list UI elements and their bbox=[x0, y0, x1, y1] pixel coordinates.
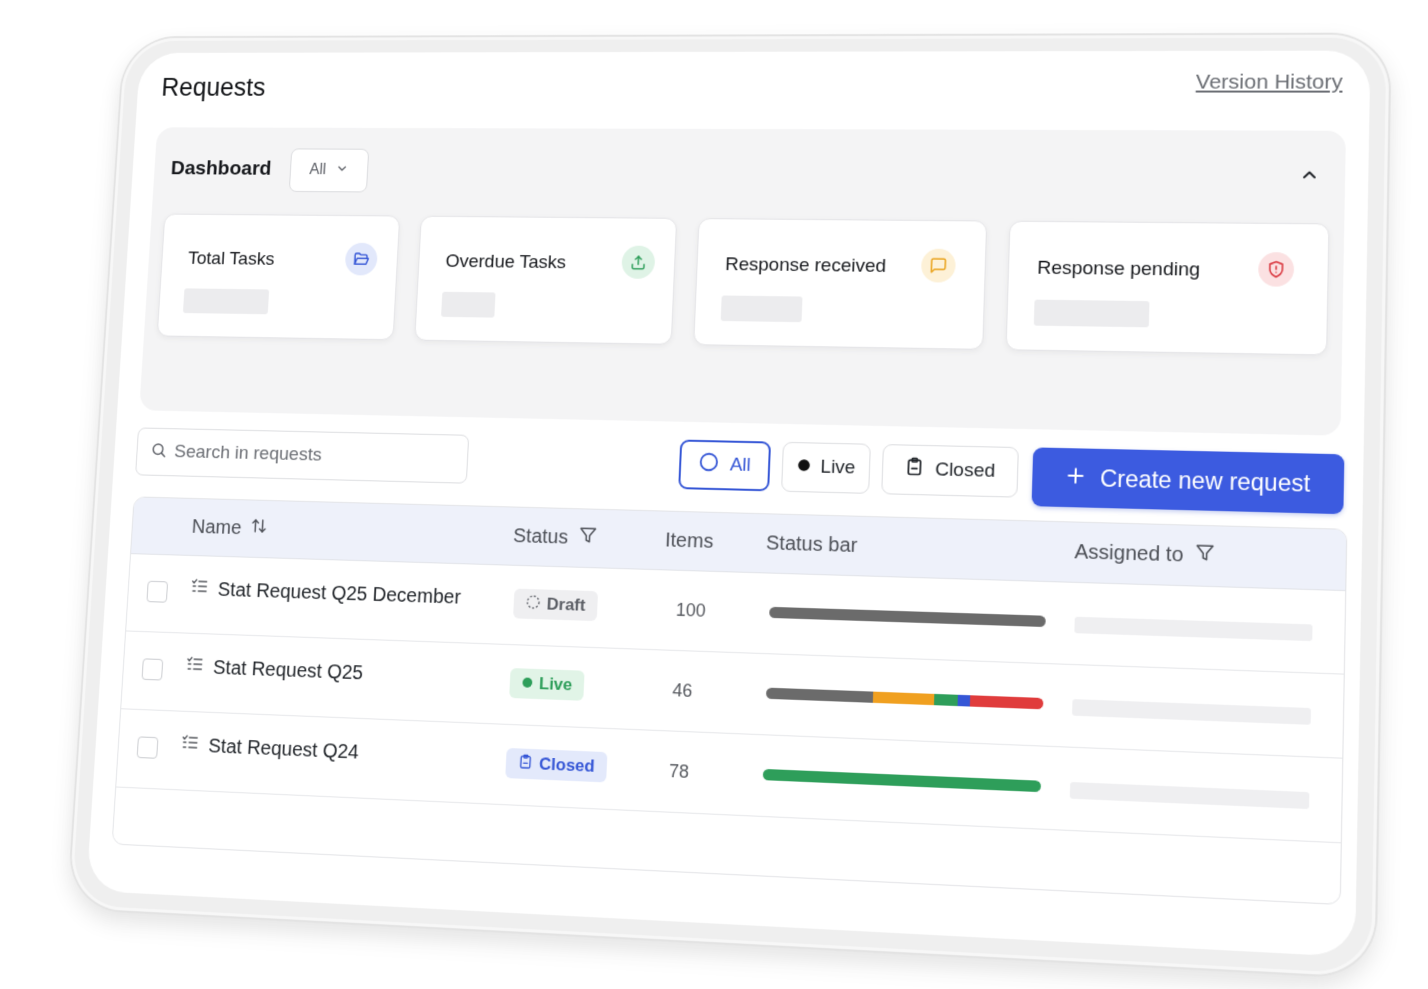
dot-icon bbox=[796, 456, 811, 478]
card-response-received[interactable]: Response received bbox=[693, 218, 987, 350]
card-value-placeholder bbox=[1033, 299, 1150, 328]
create-new-request-button[interactable]: Create new request bbox=[1031, 447, 1345, 515]
version-history-link[interactable]: Version History bbox=[1196, 71, 1343, 95]
card-label: Response received bbox=[724, 254, 887, 277]
column-header-assigned-to[interactable]: Assigned to bbox=[1074, 523, 1216, 587]
request-name[interactable]: Stat Request Q25 bbox=[184, 654, 364, 686]
filter-live-button[interactable]: Live bbox=[781, 441, 871, 494]
shield-alert-icon bbox=[1257, 252, 1294, 287]
upload-icon bbox=[620, 245, 656, 279]
column-header-assigned-to-label: Assigned to bbox=[1074, 540, 1184, 567]
filter-live-label: Live bbox=[820, 456, 856, 479]
card-label: Response pending bbox=[1036, 257, 1201, 281]
request-name[interactable]: Stat Request Q24 bbox=[180, 732, 360, 765]
filter-icon[interactable] bbox=[577, 525, 598, 551]
items-count: 78 bbox=[668, 760, 690, 782]
message-square-icon bbox=[920, 248, 957, 283]
request-name[interactable]: Stat Request Q25 December bbox=[189, 576, 461, 610]
list-checks-icon bbox=[189, 576, 209, 602]
status-badge-label: Draft bbox=[546, 594, 586, 615]
status-badge: Live bbox=[509, 668, 585, 701]
clipboard-lock-icon bbox=[904, 457, 925, 484]
chevron-down-icon bbox=[335, 161, 349, 179]
dashboard-panel: Dashboard All Total Tasks Overdue Tasks … bbox=[139, 127, 1346, 436]
filter-all-label: All bbox=[729, 454, 752, 476]
folder-open-icon bbox=[344, 242, 379, 276]
card-total-tasks[interactable]: Total Tasks bbox=[156, 213, 400, 341]
card-value-placeholder bbox=[720, 295, 803, 323]
stat-cards: Total Tasks Overdue Tasks Response recei… bbox=[156, 213, 1330, 356]
search-icon bbox=[150, 441, 168, 463]
column-header-status-bar: Status bar bbox=[765, 514, 858, 575]
items-count: 46 bbox=[672, 680, 693, 701]
live-dot-icon bbox=[521, 673, 534, 693]
filter-closed-button[interactable]: Closed bbox=[881, 444, 1019, 498]
device-frame: Requests Version History Dashboard All T… bbox=[68, 34, 1390, 978]
assignee-placeholder bbox=[1069, 781, 1310, 810]
status-badge-label: Closed bbox=[538, 754, 596, 776]
status-bar-segment bbox=[957, 694, 971, 707]
filter-icon[interactable] bbox=[1194, 542, 1216, 569]
dashboard-title: Dashboard bbox=[170, 157, 273, 180]
assignee-placeholder bbox=[1074, 616, 1313, 642]
column-header-items: Items bbox=[664, 512, 715, 571]
circle-icon bbox=[698, 451, 721, 479]
row-checkbox[interactable] bbox=[146, 580, 169, 603]
requests-table: Name Status Items Status bar Assigned to… bbox=[111, 496, 1348, 906]
status-bar-segment bbox=[970, 695, 1044, 710]
assignee-placeholder bbox=[1072, 699, 1311, 725]
card-value-placeholder bbox=[440, 291, 496, 318]
items-count: 100 bbox=[675, 599, 707, 621]
card-label: Total Tasks bbox=[187, 248, 275, 270]
row-checkbox[interactable] bbox=[136, 736, 159, 759]
app-screen: Requests Version History Dashboard All T… bbox=[86, 50, 1371, 958]
search-placeholder: Search in requests bbox=[173, 441, 323, 466]
status-bar-segment bbox=[769, 606, 1046, 628]
dashboard-filter-select[interactable]: All bbox=[288, 148, 370, 193]
status-bar bbox=[765, 687, 1044, 710]
card-label: Overdue Tasks bbox=[444, 251, 567, 274]
column-header-status[interactable]: Status bbox=[512, 508, 599, 568]
request-name-label: Stat Request Q25 bbox=[212, 656, 364, 684]
status-bar bbox=[769, 606, 1046, 628]
status-bar-segment bbox=[762, 768, 1042, 793]
status-bar bbox=[762, 768, 1042, 793]
plus-icon bbox=[1064, 464, 1085, 492]
column-header-items-label: Items bbox=[664, 528, 714, 553]
create-new-request-label: Create new request bbox=[1099, 464, 1311, 497]
column-header-name-label: Name bbox=[191, 515, 243, 539]
column-header-status-bar-label: Status bar bbox=[765, 531, 858, 557]
card-value-placeholder bbox=[182, 288, 270, 315]
card-overdue-tasks[interactable]: Overdue Tasks bbox=[413, 215, 678, 345]
status-badge: Draft bbox=[513, 588, 598, 622]
status-bar-segment bbox=[765, 687, 874, 703]
status-badge: Closed bbox=[505, 747, 608, 783]
row-checkbox[interactable] bbox=[141, 658, 164, 681]
column-header-status-label: Status bbox=[512, 524, 569, 549]
list-checks-icon bbox=[180, 732, 200, 758]
request-name-label: Stat Request Q24 bbox=[207, 734, 360, 764]
status-badge-label: Live bbox=[538, 674, 573, 695]
page-title: Requests bbox=[160, 73, 267, 102]
search-input[interactable]: Search in requests bbox=[135, 427, 470, 484]
dashboard-filter-value: All bbox=[309, 161, 327, 178]
sort-icon[interactable] bbox=[250, 517, 268, 541]
status-bar-segment bbox=[933, 693, 958, 707]
card-response-pending[interactable]: Response pending bbox=[1005, 220, 1330, 356]
filter-closed-label: Closed bbox=[934, 459, 996, 482]
status-bar-segment bbox=[872, 691, 935, 706]
column-header-name[interactable]: Name bbox=[190, 499, 269, 557]
chevron-up-icon[interactable] bbox=[1295, 161, 1325, 189]
filter-all-button[interactable]: All bbox=[678, 439, 772, 492]
dashed-circle-icon bbox=[525, 593, 542, 614]
clipboard-lock-icon bbox=[517, 753, 534, 775]
list-checks-icon bbox=[184, 654, 204, 680]
request-name-label: Stat Request Q25 December bbox=[217, 578, 462, 609]
